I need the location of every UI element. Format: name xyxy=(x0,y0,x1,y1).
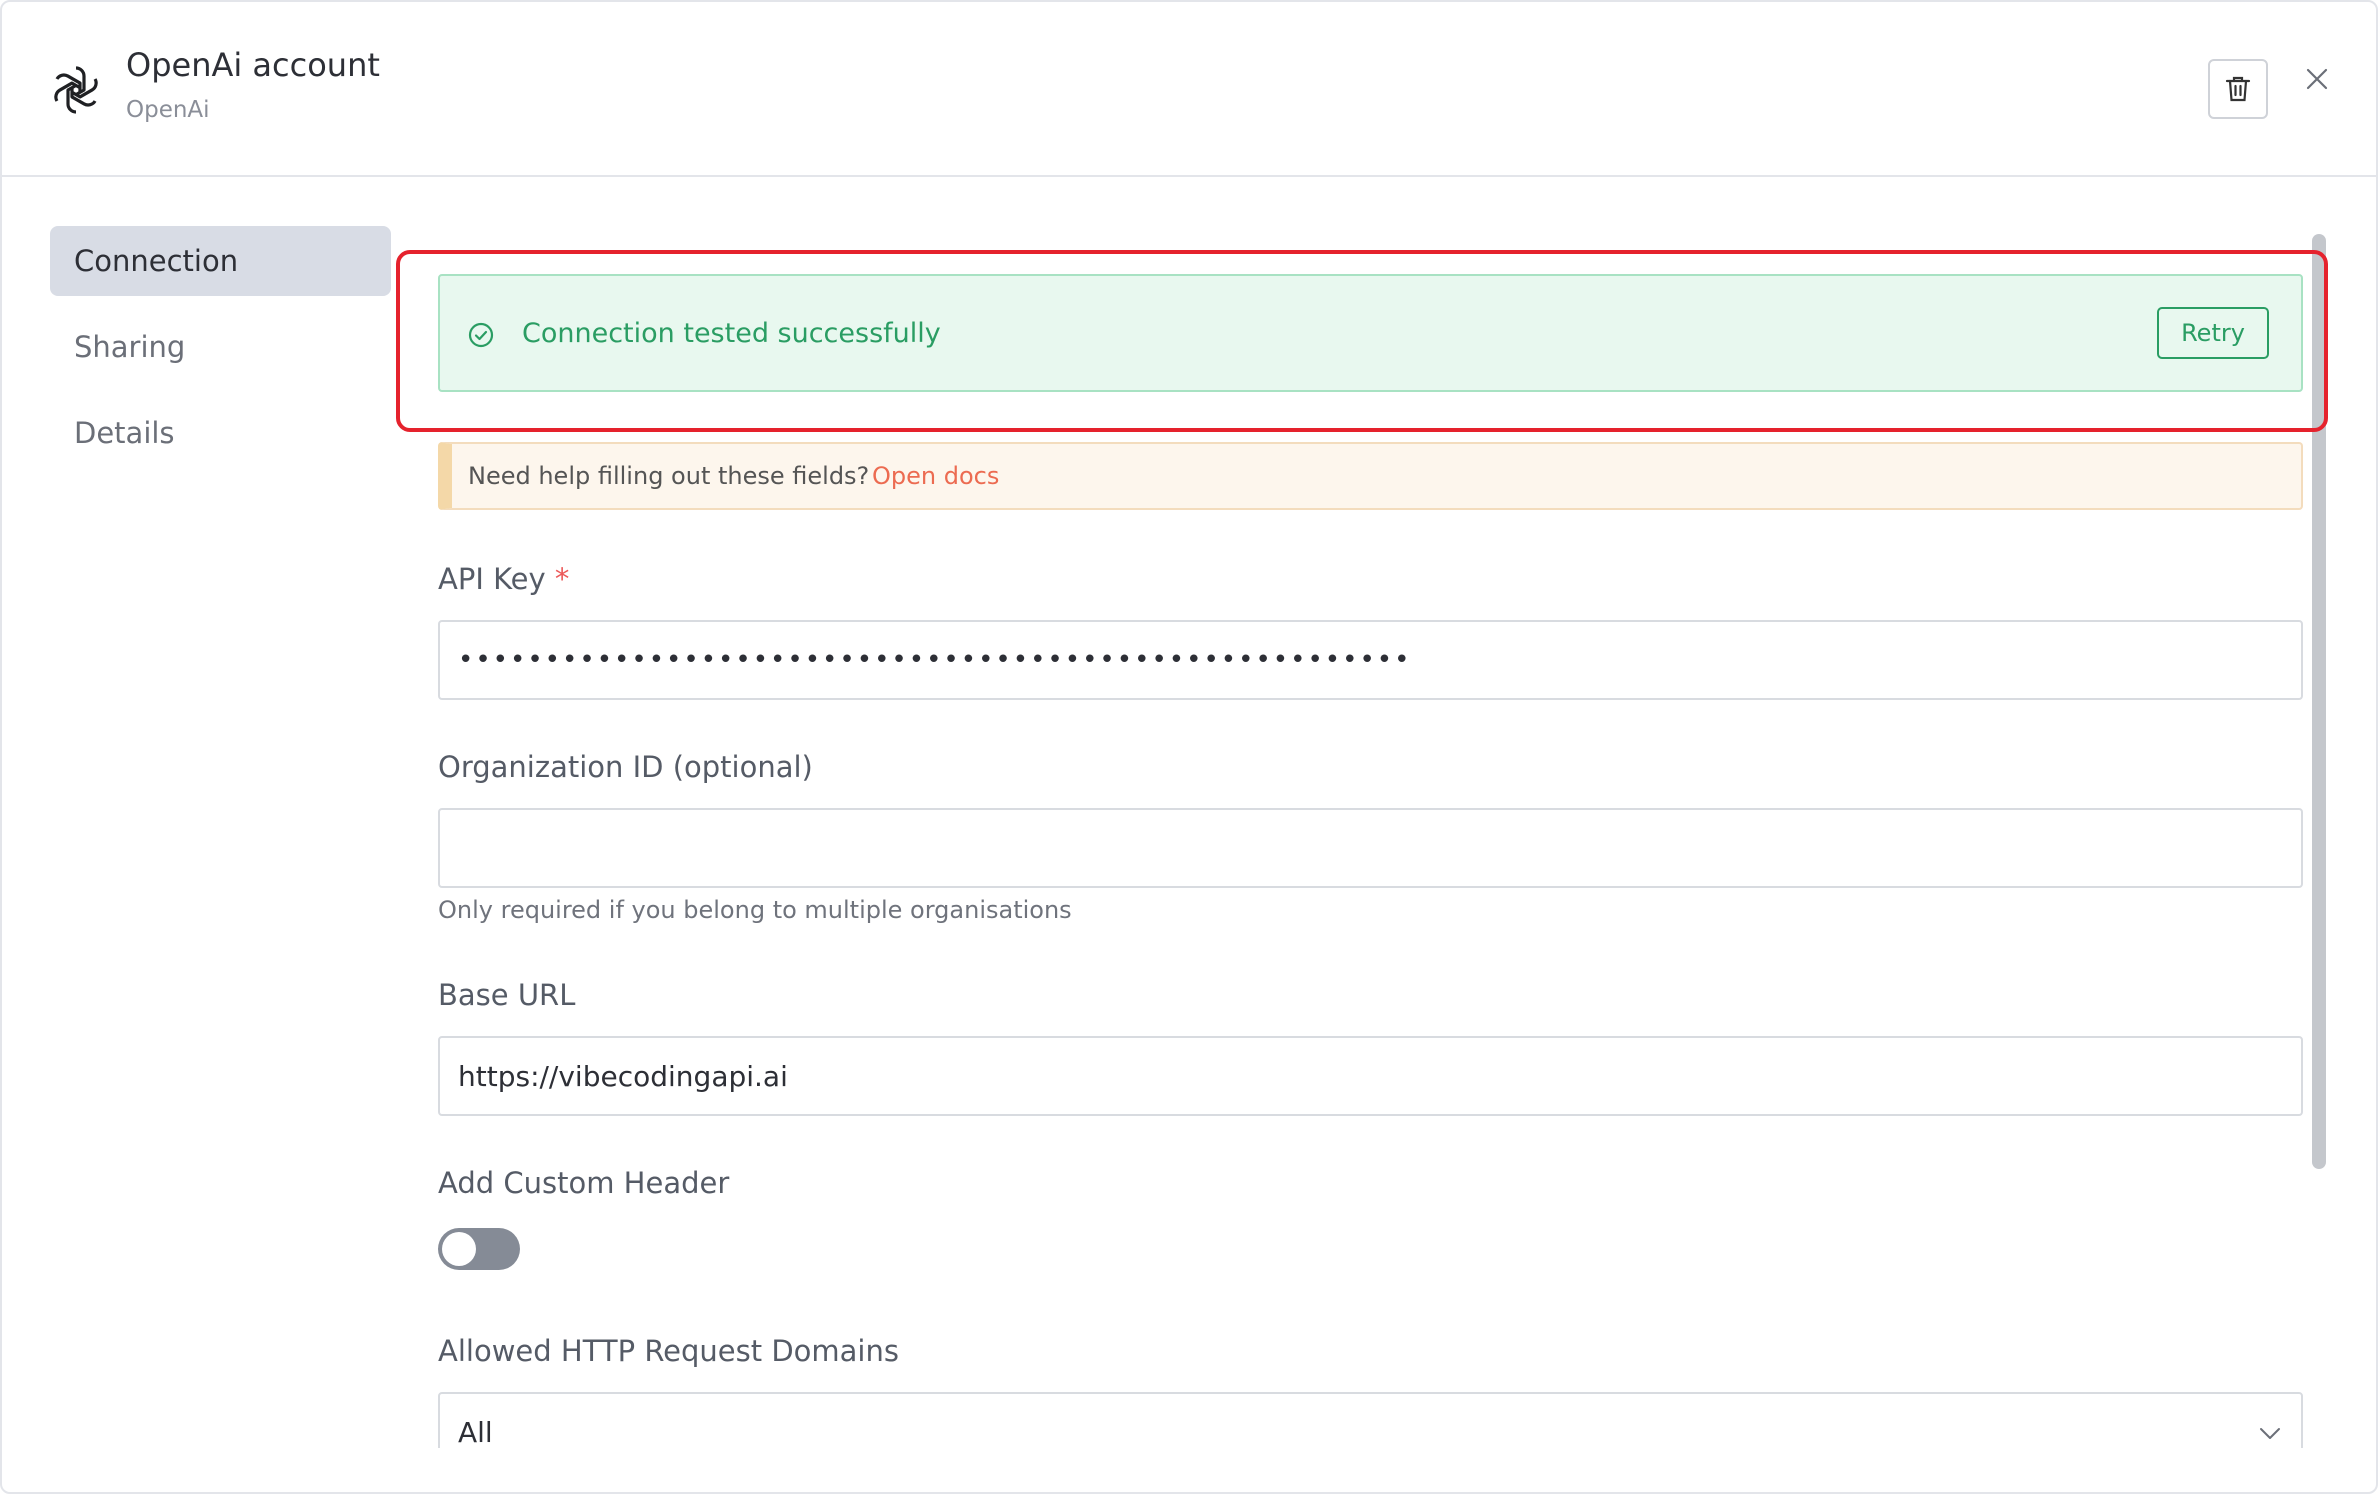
organization-id-hint: Only required if you belong to multiple … xyxy=(438,896,1072,924)
api-key-label: API Key * xyxy=(438,562,569,596)
credential-type: OpenAi xyxy=(126,97,210,123)
organization-id-input[interactable] xyxy=(438,808,2303,888)
credential-modal: OpenAi account OpenAi Connection Sharing xyxy=(0,0,2378,1494)
check-circle-icon xyxy=(468,322,494,348)
trash-icon xyxy=(2225,76,2251,102)
retry-button[interactable]: Retry xyxy=(2157,307,2269,359)
chevron-down-icon xyxy=(2260,1428,2280,1439)
modal-header: OpenAi account OpenAi xyxy=(2,2,2376,177)
sidebar-item-label: Connection xyxy=(74,244,239,278)
success-message: Connection tested successfully xyxy=(522,318,941,349)
scrollbar-thumb[interactable] xyxy=(2312,234,2326,1169)
allowed-domains-select[interactable]: All xyxy=(438,1392,2303,1448)
toggle-knob xyxy=(442,1232,476,1266)
sidebar-item-label: Details xyxy=(74,416,175,450)
help-text: Need help filling out these fields? xyxy=(468,462,870,490)
help-notice: Need help filling out these fields? Open… xyxy=(438,442,2303,510)
success-banner: Connection tested successfully Retry xyxy=(438,274,2303,392)
api-key-label-text: API Key xyxy=(438,562,546,596)
base-url-label: Base URL xyxy=(438,978,576,1012)
close-button[interactable] xyxy=(2297,59,2337,99)
connection-form: Connection tested successfully Retry Nee… xyxy=(438,178,2303,1448)
base-url-input[interactable] xyxy=(438,1036,2303,1116)
sidebar-item-label: Sharing xyxy=(74,330,186,364)
sidebar-item-connection[interactable]: Connection xyxy=(50,226,391,296)
delete-button[interactable] xyxy=(2208,59,2268,119)
allowed-domains-value: All xyxy=(458,1416,493,1448)
organization-id-label: Organization ID (optional) xyxy=(438,750,813,784)
custom-header-label: Add Custom Header xyxy=(438,1166,730,1200)
close-icon xyxy=(2306,68,2328,90)
sidebar-item-sharing[interactable]: Sharing xyxy=(50,312,391,382)
open-docs-link[interactable]: Open docs xyxy=(872,462,999,490)
sidebar-item-details[interactable]: Details xyxy=(50,398,391,468)
api-key-input[interactable] xyxy=(438,620,2303,700)
page-title: OpenAi account xyxy=(126,46,380,84)
required-mark: * xyxy=(554,562,570,596)
allowed-domains-label: Allowed HTTP Request Domains xyxy=(438,1334,899,1368)
custom-header-toggle[interactable] xyxy=(438,1228,520,1270)
openai-logo-icon xyxy=(54,66,98,114)
